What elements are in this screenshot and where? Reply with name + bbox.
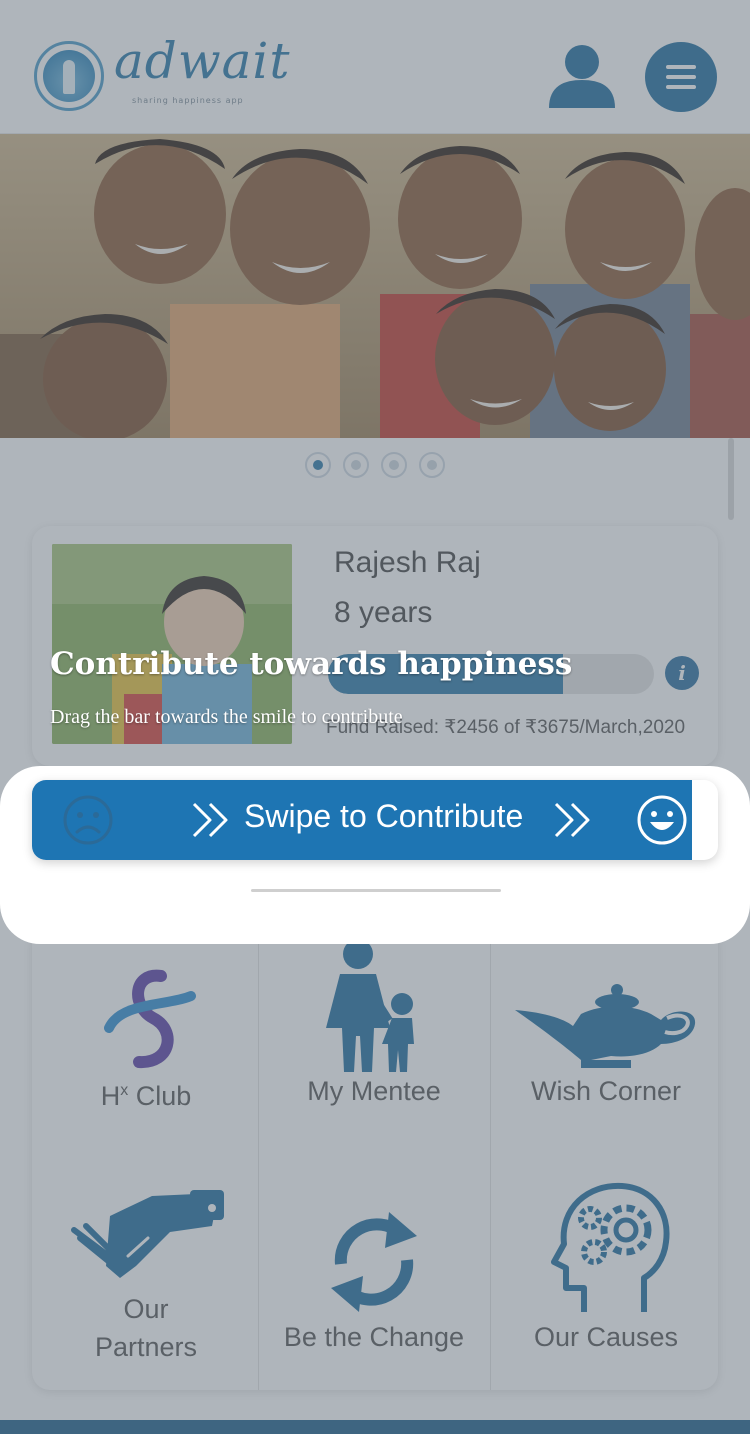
tutorial-title: Contribute towards happiness [50,646,573,682]
double-chevron-right-icon [192,802,228,838]
double-chevron-right-icon [554,802,590,838]
swipe-to-contribute-slider[interactable]: Swipe to Contribute [32,780,718,860]
sad-face-icon [63,795,113,845]
spotlight-divider [251,889,501,892]
swipe-label: Swipe to Contribute [244,798,524,834]
smile-face-icon[interactable] [636,794,688,846]
tutorial-subtitle: Drag the bar towards the smile to contri… [50,706,403,728]
